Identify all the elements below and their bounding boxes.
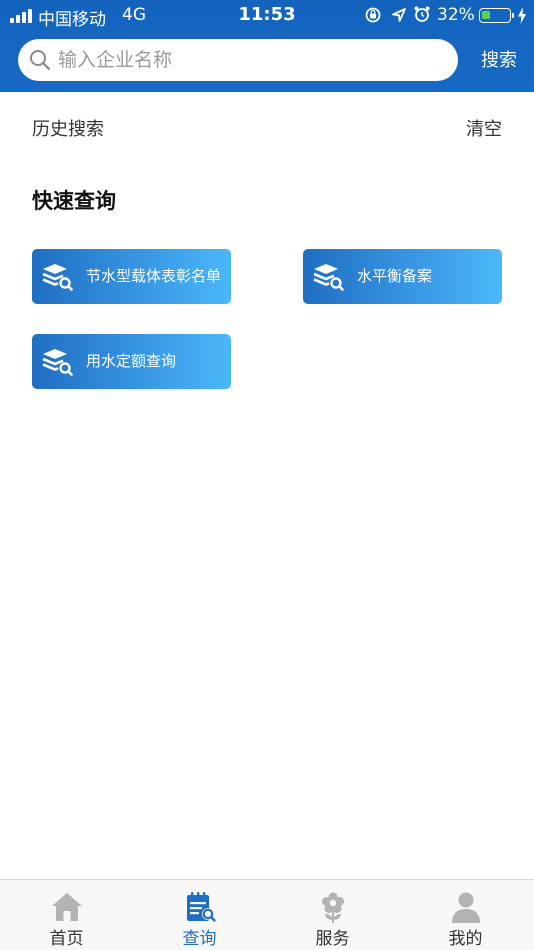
database-search-icon bbox=[42, 264, 73, 291]
tab-mine[interactable]: 我的 bbox=[399, 880, 532, 950]
charging-bolt-icon bbox=[518, 7, 526, 24]
search-input[interactable] bbox=[58, 39, 448, 81]
app-header: 中国移动 4G 11:53 32% 搜索 bbox=[0, 0, 534, 92]
flower-icon bbox=[321, 892, 344, 923]
quick-query-water-saving-carrier-button[interactable]: 节水型载体表彰名单 bbox=[32, 249, 231, 304]
tab-service[interactable]: 服务 bbox=[266, 880, 399, 950]
user-icon bbox=[451, 892, 480, 923]
quick-query-label: 用水定额查询 bbox=[86, 352, 177, 370]
status-bar: 中国移动 4G 11:53 32% bbox=[0, 0, 534, 32]
quick-query-label: 节水型载体表彰名单 bbox=[86, 267, 222, 285]
battery-percent: 32% bbox=[437, 5, 475, 25]
location-arrow-icon bbox=[392, 8, 406, 22]
database-search-icon bbox=[313, 264, 344, 291]
battery-level-fill bbox=[482, 11, 490, 19]
database-search-icon bbox=[42, 349, 73, 376]
battery-cap bbox=[512, 13, 514, 18]
search-button[interactable]: 搜索 bbox=[476, 47, 522, 75]
search-box[interactable] bbox=[18, 39, 458, 81]
calendar-search-icon bbox=[186, 892, 216, 922]
orientation-lock-icon bbox=[365, 7, 381, 23]
quick-query-water-balance-button[interactable]: 水平衡备案 bbox=[303, 249, 502, 304]
alarm-icon bbox=[414, 6, 430, 22]
tab-label: 查询 bbox=[182, 929, 217, 949]
history-search-title: 历史搜索 bbox=[32, 119, 104, 140]
tab-label: 服务 bbox=[315, 929, 350, 949]
search-icon bbox=[30, 50, 51, 71]
quick-query-water-quota-button[interactable]: 用水定额查询 bbox=[32, 334, 231, 389]
tab-label: 我的 bbox=[448, 929, 483, 949]
battery-icon bbox=[479, 8, 511, 23]
tab-home[interactable]: 首页 bbox=[0, 880, 133, 950]
clear-history-button[interactable]: 清空 bbox=[458, 115, 502, 141]
quick-query-title: 快速查询 bbox=[32, 189, 116, 213]
bottom-tab-bar: 首页 查询 服务 我的 bbox=[0, 879, 534, 950]
tab-query[interactable]: 查询 bbox=[133, 880, 266, 950]
tab-label: 首页 bbox=[49, 929, 84, 949]
home-icon bbox=[51, 893, 82, 921]
quick-query-label: 水平衡备案 bbox=[357, 267, 433, 285]
